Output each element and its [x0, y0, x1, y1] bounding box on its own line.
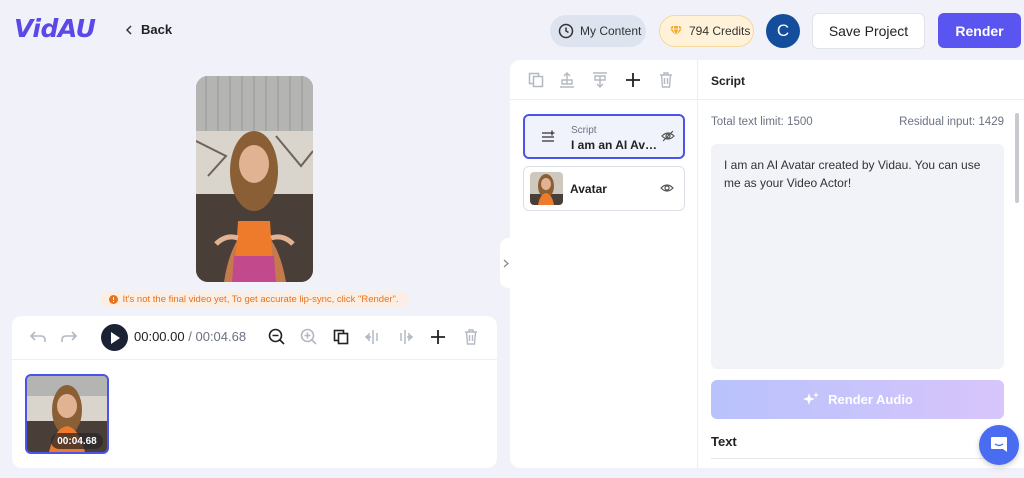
- zoom-out-icon[interactable]: [267, 327, 287, 347]
- timeline-panel: 00:00.00 / 00:04.68 00:04.68: [12, 316, 497, 468]
- zoom-in-icon[interactable]: [299, 327, 319, 347]
- save-project-button[interactable]: Save Project: [812, 13, 925, 49]
- play-button[interactable]: [101, 324, 128, 351]
- sparkle-icon: [803, 391, 820, 405]
- chevron-left-icon: [125, 24, 132, 35]
- play-icon: [110, 331, 120, 344]
- back-button[interactable]: Back: [125, 22, 172, 37]
- render-warning: It's not the final video yet, To get acc…: [99, 292, 409, 307]
- align-bottom-icon[interactable]: [590, 70, 610, 90]
- chevron-right-icon: [503, 259, 509, 267]
- delete-layer-icon[interactable]: [656, 70, 676, 90]
- script-panel-header: Script: [698, 60, 1024, 100]
- script-panel-title: Script: [711, 74, 746, 88]
- duplicate-icon[interactable]: [331, 327, 351, 347]
- current-time: 00:00.00: [134, 329, 185, 344]
- layers-toolbar: [510, 60, 698, 100]
- avatar-thumbnail: [530, 172, 563, 205]
- timecode: 00:00.00 / 00:04.68: [134, 329, 246, 344]
- delete-icon[interactable]: [461, 327, 481, 347]
- clip-duration: 00:04.68: [51, 433, 103, 449]
- time-separator: /: [188, 329, 192, 344]
- video-preview[interactable]: [196, 76, 313, 282]
- layer-type-label: Script: [571, 125, 597, 136]
- info-icon: [109, 295, 119, 304]
- render-audio-button[interactable]: Render Audio: [711, 380, 1004, 419]
- total-text-limit: Total text limit: 1500: [711, 116, 813, 128]
- user-avatar[interactable]: C: [766, 14, 800, 48]
- script-panel: Script Total text limit: 1500 Residual i…: [698, 60, 1024, 468]
- split-right-icon[interactable]: [395, 327, 415, 347]
- render-warning-text: It's not the final video yet, To get acc…: [122, 294, 399, 305]
- render-audio-label: Render Audio: [828, 392, 913, 407]
- layer-title: I am an AI Avatar created by Vidau.: [571, 138, 663, 152]
- diamond-icon: [670, 25, 682, 37]
- add-layer-icon[interactable]: [623, 70, 643, 90]
- avatar-preview-image: [196, 76, 313, 282]
- chat-support-button[interactable]: [979, 425, 1019, 465]
- split-left-icon[interactable]: [363, 327, 383, 347]
- scrollbar[interactable]: [1015, 113, 1019, 203]
- layer-title: Avatar: [570, 182, 607, 196]
- script-textarea[interactable]: I am an AI Avatar created by Vidau. You …: [711, 144, 1004, 369]
- render-button[interactable]: Render: [938, 13, 1021, 48]
- copy-layer-icon[interactable]: [526, 70, 546, 90]
- credits-label: 794 Credits: [689, 24, 751, 38]
- chat-icon: [991, 437, 1007, 452]
- total-duration: 00:04.68: [195, 329, 247, 344]
- eye-off-icon[interactable]: [661, 129, 675, 143]
- eye-icon[interactable]: [660, 182, 674, 194]
- align-top-icon[interactable]: [557, 70, 577, 90]
- top-bar: VidAU Back My Content 794 Credits C Save…: [0, 0, 1024, 62]
- script-text-icon: [542, 130, 555, 142]
- clock-icon: [558, 23, 574, 39]
- my-content-label: My Content: [580, 24, 642, 38]
- residual-input: Residual input: 1429: [899, 116, 1004, 128]
- text-section-heading: Text: [711, 434, 737, 449]
- my-content-button[interactable]: My Content: [550, 15, 646, 47]
- redo-icon[interactable]: [59, 327, 79, 347]
- timeline-toolbar: 00:00.00 / 00:04.68: [12, 316, 497, 360]
- back-label: Back: [141, 22, 173, 37]
- add-icon[interactable]: [428, 327, 448, 347]
- vidau-logo[interactable]: VidAU: [14, 14, 96, 43]
- credits-badge[interactable]: 794 Credits: [659, 15, 754, 47]
- undo-icon[interactable]: [28, 327, 48, 347]
- layer-item-script[interactable]: Script I am an AI Avatar created by Vida…: [523, 114, 685, 159]
- divider: [711, 458, 1004, 459]
- layer-item-avatar[interactable]: Avatar: [523, 166, 685, 211]
- timeline-clip[interactable]: 00:04.68: [25, 374, 109, 454]
- layers-panel: Script I am an AI Avatar created by Vida…: [510, 60, 698, 468]
